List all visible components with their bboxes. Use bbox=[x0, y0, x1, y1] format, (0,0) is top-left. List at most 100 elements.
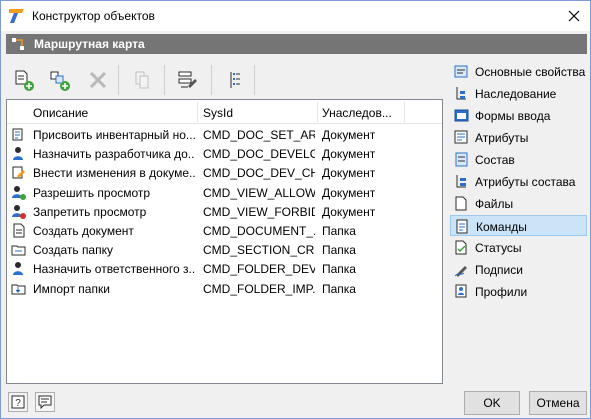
cell-description: Запретить просмотр bbox=[33, 204, 147, 219]
cell-description: Разрешить просмотр bbox=[33, 185, 151, 200]
column-header-sysid[interactable]: SysId bbox=[203, 106, 233, 120]
toolbar-separator bbox=[164, 65, 165, 95]
sidebar-item-label: Состав bbox=[475, 153, 515, 167]
assign-user-icon bbox=[13, 147, 23, 161]
column-divider[interactable] bbox=[317, 102, 318, 122]
cell-inherited: Документ bbox=[322, 204, 376, 219]
table-header: Описание SysId Унаследов... bbox=[7, 100, 442, 124]
table-row[interactable]: Импорт папки CMD_FOLDER_IMP... Папка bbox=[7, 279, 442, 298]
cell-description: Создать папку bbox=[33, 243, 113, 258]
column-divider[interactable] bbox=[197, 102, 198, 122]
cell-sysid: CMD_FOLDER_IMP... bbox=[203, 281, 315, 296]
sidebar-item-profiles[interactable]: Профили bbox=[450, 281, 587, 302]
cell-description: Внести изменения в докуме... bbox=[33, 166, 195, 181]
cell-inherited: Документ bbox=[322, 147, 376, 162]
properties-icon bbox=[454, 65, 468, 78]
help-button[interactable]: ? bbox=[8, 392, 28, 412]
commands-table: Описание SysId Унаследов... Присвоить ин… bbox=[6, 99, 443, 384]
cell-inherited: Папка bbox=[322, 281, 356, 296]
close-button[interactable] bbox=[559, 3, 589, 29]
new-folder-icon bbox=[11, 245, 26, 256]
cell-inherited: Документ bbox=[322, 128, 376, 142]
inheritance-icon bbox=[456, 87, 466, 100]
assign-responsible-icon bbox=[13, 262, 23, 276]
sidebar-item-files[interactable]: Файлы bbox=[450, 193, 587, 214]
sidebar-item-properties[interactable]: Основные свойства bbox=[450, 61, 587, 82]
edit-properties-icon bbox=[178, 71, 197, 88]
sidebar-item-label: Основные свойства bbox=[475, 65, 586, 79]
sidebar-item-composition[interactable]: Состав bbox=[450, 149, 587, 170]
comment-button[interactable] bbox=[35, 392, 55, 412]
cancel-button[interactable]: Отмена bbox=[529, 391, 587, 415]
cell-sysid: CMD_SECTION_CRE... bbox=[203, 243, 315, 258]
table-row[interactable]: Присвоить инвентарный но... CMD_DOC_SET_A… bbox=[7, 125, 442, 144]
column-header-inherited[interactable]: Унаследов... bbox=[322, 106, 402, 120]
object-title: Маршрутная карта bbox=[34, 37, 145, 51]
toolbar-separator bbox=[211, 65, 212, 95]
assign-number-icon bbox=[12, 128, 23, 141]
files-icon bbox=[455, 196, 467, 211]
delete-button[interactable] bbox=[84, 64, 112, 96]
route-map-icon bbox=[12, 38, 24, 50]
sidebar-item-label: Формы ввода bbox=[475, 109, 551, 123]
cell-description: Создать документ bbox=[33, 224, 134, 238]
cell-sysid: CMD_DOC_DEVELO... bbox=[203, 147, 315, 162]
table-row[interactable]: Назначить ответственного з... CMD_FOLDER_… bbox=[7, 259, 442, 278]
sidebar-item-composition-attributes[interactable]: Атрибуты состава bbox=[450, 171, 587, 192]
sidebar-item-label: Файлы bbox=[475, 197, 514, 211]
toolbar bbox=[6, 61, 443, 99]
cell-sysid: CMD_DOCUMENT_... bbox=[203, 224, 315, 238]
cell-sysid: CMD_FOLDER_DEV... bbox=[203, 262, 315, 277]
sidebar-item-commands[interactable]: Команды bbox=[450, 215, 587, 236]
sidebar-item-forms[interactable]: Формы ввода bbox=[450, 105, 587, 126]
list-button[interactable] bbox=[221, 64, 249, 96]
cell-inherited: Папка bbox=[322, 243, 356, 258]
commands-icon bbox=[456, 219, 468, 234]
table-row[interactable]: Запретить просмотр CMD_VIEW_FORBID Докумен… bbox=[7, 202, 442, 221]
table-row[interactable]: Назначить разработчика до... CMD_DOC_DEVE… bbox=[7, 144, 442, 163]
comment-icon bbox=[38, 395, 52, 409]
sidebar-item-signatures[interactable]: Подписи bbox=[450, 259, 587, 280]
sections-sidebar: Основные свойства Наследование Формы ввода… bbox=[450, 61, 588, 311]
copy-button[interactable] bbox=[128, 64, 156, 96]
table-row[interactable]: Создать папку CMD_SECTION_CRE... Папка bbox=[7, 240, 442, 259]
cell-sysid: CMD_VIEW_FORBID bbox=[203, 204, 315, 219]
sidebar-item-attributes[interactable]: Атрибуты bbox=[450, 127, 587, 148]
cell-inherited: Документ bbox=[322, 185, 376, 200]
new-document-icon bbox=[13, 223, 25, 238]
list-icon bbox=[230, 72, 240, 88]
cell-description: Назначить ответственного з... bbox=[33, 262, 195, 277]
sidebar-item-label: Статусы bbox=[475, 241, 522, 255]
table-row[interactable]: Разрешить просмотр CMD_VIEW_ALLOW Документ bbox=[7, 183, 442, 202]
cell-description: Присвоить инвентарный но... bbox=[33, 128, 195, 142]
sidebar-item-label: Наследование bbox=[475, 87, 557, 101]
cell-sysid: CMD_VIEW_ALLOW bbox=[203, 185, 315, 200]
composition-icon bbox=[455, 152, 468, 167]
sidebar-item-label: Атрибуты состава bbox=[475, 175, 576, 189]
forms-icon bbox=[454, 109, 469, 122]
profiles-icon bbox=[455, 284, 467, 298]
window-title: Конструктор объектов bbox=[32, 9, 155, 23]
sidebar-item-label: Атрибуты bbox=[475, 131, 529, 145]
sidebar-item-statuses[interactable]: Статусы bbox=[450, 237, 587, 258]
close-icon bbox=[568, 10, 580, 22]
table-row[interactable]: Внести изменения в докуме... CMD_DOC_DEV_… bbox=[7, 163, 442, 182]
composition-attributes-icon bbox=[456, 175, 466, 188]
copy-icon bbox=[135, 71, 149, 89]
cell-sysid: CMD_DOC_SET_AR... bbox=[203, 128, 315, 142]
svg-text:?: ? bbox=[15, 398, 21, 409]
toolbar-separator bbox=[118, 65, 119, 95]
ok-button[interactable]: OK bbox=[464, 391, 520, 415]
column-divider[interactable] bbox=[404, 102, 405, 122]
app-logo-icon bbox=[9, 9, 24, 23]
title-bar: Конструктор объектов bbox=[1, 1, 590, 31]
toolbar-separator bbox=[254, 65, 255, 95]
sidebar-item-inheritance[interactable]: Наследование bbox=[450, 83, 587, 104]
sidebar-item-label: Команды bbox=[476, 220, 527, 234]
edit-properties-button[interactable] bbox=[174, 64, 202, 96]
add-linked-button[interactable] bbox=[46, 64, 74, 96]
add-object-button[interactable] bbox=[10, 64, 38, 96]
column-header-description[interactable]: Описание bbox=[33, 106, 88, 120]
table-row[interactable]: Создать документ CMD_DOCUMENT_... Папка bbox=[7, 221, 442, 240]
cell-inherited: Папка bbox=[322, 262, 356, 277]
